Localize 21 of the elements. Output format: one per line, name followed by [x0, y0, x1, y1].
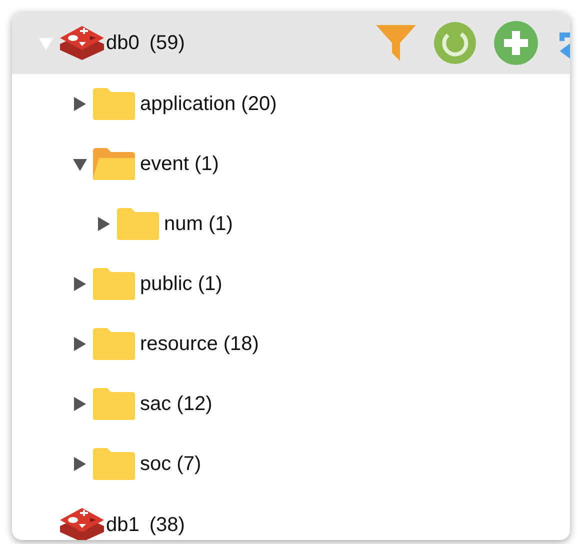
selected-row-background[interactable]: db0 (59)	[12, 12, 570, 74]
expand-arrow-icon[interactable]	[72, 96, 88, 112]
key-count: (59)	[149, 32, 185, 54]
expand-arrow-icon[interactable]	[72, 396, 88, 412]
folder-label[interactable]: soc (7)	[140, 452, 202, 476]
row-background[interactable]: db1 (38)	[12, 494, 570, 540]
database-name[interactable]: db1	[106, 514, 140, 536]
folder-label[interactable]: application (20)	[140, 92, 277, 116]
folder-label[interactable]: resource (18)	[140, 332, 259, 356]
expand-arrow-icon[interactable]	[72, 276, 88, 292]
folder-label[interactable]: event (1)	[140, 152, 219, 176]
folder-label[interactable]: public (1)	[140, 272, 222, 296]
expand-arrow-icon[interactable]	[96, 216, 112, 232]
database-name[interactable]: db0	[106, 32, 140, 54]
key-count: (38)	[149, 514, 185, 536]
expand-arrow-icon[interactable]	[72, 336, 88, 352]
folder-label[interactable]: num (1)	[164, 212, 233, 236]
collapse-arrow-icon[interactable]	[72, 156, 88, 172]
cube-icon	[58, 24, 106, 62]
folder-label[interactable]: sac (12)	[140, 392, 212, 416]
expand-arrow-icon[interactable]	[72, 456, 88, 472]
